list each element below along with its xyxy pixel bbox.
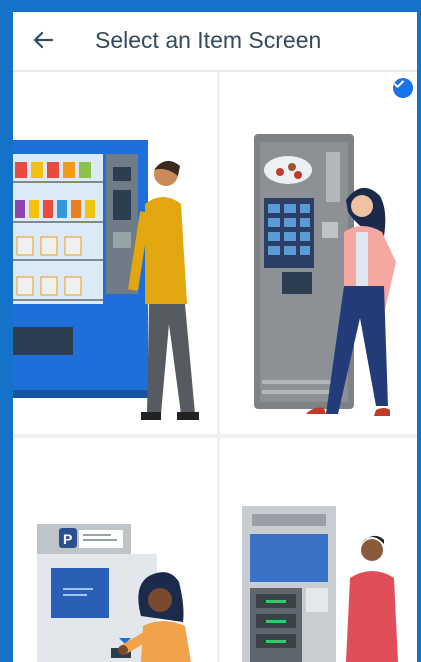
parking-station-illustration: P — [37, 524, 191, 662]
snack-vending-illustration — [13, 140, 199, 420]
selected-check-icon — [393, 78, 413, 98]
item-tile-locker-kiosk[interactable] — [220, 438, 417, 662]
arrow-left-icon — [33, 31, 54, 49]
page-title: Select an Item Screen — [95, 27, 322, 53]
top-bar: Select an Item Screen — [13, 12, 417, 72]
locker-kiosk-illustration — [242, 506, 398, 662]
svg-text:P: P — [63, 531, 72, 547]
item-tile-parking-station[interactable]: P — [13, 438, 217, 662]
back-button[interactable] — [27, 24, 59, 56]
coffee-machine-illustration — [254, 134, 396, 416]
item-tile-coffee-machine[interactable] — [220, 72, 417, 434]
item-tile-snack-vending[interactable] — [13, 72, 217, 434]
item-grid: P — [13, 72, 417, 662]
app-window: Select an Item Screen P — [0, 0, 421, 662]
